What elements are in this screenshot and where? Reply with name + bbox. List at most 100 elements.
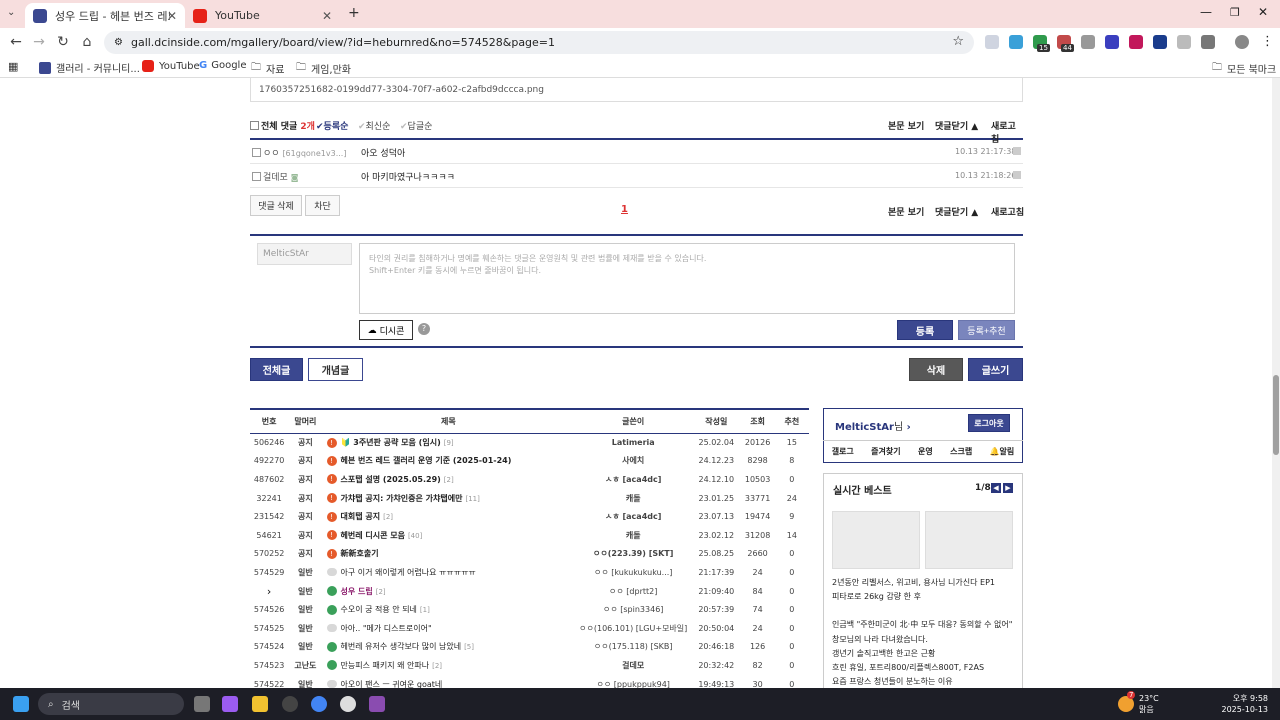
post-writer[interactable]: 걸데모 xyxy=(574,656,692,675)
maximize-icon[interactable]: ❐ xyxy=(1230,6,1240,19)
tab-youtube[interactable]: YouTube ✕ xyxy=(185,3,340,28)
apps-grid-icon[interactable]: ▦ xyxy=(8,60,18,73)
post-title-cell[interactable]: ! 헤번레 디시콘 모음 [40] xyxy=(323,526,575,545)
sort-recent[interactable]: ✔최신순 xyxy=(358,119,390,132)
close-icon[interactable]: ✕ xyxy=(167,9,177,23)
extension-cube-icon[interactable] xyxy=(1177,35,1191,49)
post-row[interactable]: 487602 공지! 스포탭 설명 (2025.05.29) [2] ㅅㅎ [aca4d… xyxy=(250,470,809,489)
view-body-link[interactable]: 본문 보기 xyxy=(888,119,924,132)
menu-favorites[interactable]: 즐겨찾기 xyxy=(871,446,900,457)
best-thumbnail[interactable] xyxy=(925,511,1013,569)
post-title-cell[interactable]: 만능피스 패키지 왜 안파나 [2] xyxy=(323,656,575,675)
bookmark-gallery[interactable]: 갤러리 - 커뮤니티... xyxy=(39,60,140,75)
post-title[interactable]: 아아.. "메가 디스트로이어" xyxy=(341,624,432,633)
reply-count[interactable]: [40] xyxy=(408,532,422,540)
nickname-field[interactable]: MelticStAr xyxy=(257,243,352,265)
profile-avatar-icon[interactable] xyxy=(1235,35,1249,49)
all-bookmarks[interactable]: 🗀 모든 북마크 xyxy=(1212,60,1276,77)
clock[interactable]: 오후 9:58 2025-10-13 xyxy=(1220,693,1269,715)
reply-count[interactable]: [11] xyxy=(465,495,479,503)
post-row[interactable]: 506246 공지! 🔰 3주년판 공략 모음 (임시) [9] Latimeria 25… xyxy=(250,433,809,452)
post-row[interactable]: 574522 일반 아오이 팬스 ㅡ 귀여운 goat네 ㅇㅇ [ppukppuk94… xyxy=(250,675,809,688)
minimize-icon[interactable]: — xyxy=(1200,5,1212,19)
best-item[interactable]: 2년동안 리벨서스, 위고비, 용사님 니가신다 EP1 xyxy=(832,576,1017,590)
refresh-link[interactable]: 새로고침 xyxy=(991,205,1024,218)
post-title-cell[interactable]: 성우 드립 [2] xyxy=(323,582,575,601)
menu-alarm[interactable]: 🔔알림 xyxy=(990,446,1015,457)
extension-record-icon[interactable] xyxy=(1129,35,1143,49)
concept-posts-button[interactable]: 개념글 xyxy=(308,358,363,381)
post-writer[interactable]: ㅇㅇ(223.39) [SKT] xyxy=(574,545,692,564)
post-title[interactable]: 아구 이거 왜이렇게 어렵나요 ㅠㅠㅠㅠㅠ xyxy=(341,568,476,577)
menu-scrap[interactable]: 스크랩 xyxy=(950,446,972,457)
post-title-cell[interactable]: 아구 이거 왜이렇게 어렵나요 ㅠㅠㅠㅠㅠ xyxy=(323,563,575,582)
bookmark-folder-games[interactable]: 🗀 게임,만화 xyxy=(296,60,351,77)
close-icon[interactable]: ✕ xyxy=(322,9,332,23)
home-icon[interactable]: ⌂ xyxy=(79,34,95,50)
app-icon[interactable] xyxy=(282,696,298,712)
extensions-puzzle-icon[interactable] xyxy=(1201,35,1215,49)
write-post-button[interactable]: 글쓰기 xyxy=(968,358,1023,381)
scrollbar-thumb[interactable] xyxy=(1273,375,1279,455)
comment-delete-icon[interactable] xyxy=(1013,147,1021,155)
post-title-cell[interactable]: ! 헤븐 번즈 레드 갤러리 운영 기준 (2025-01-24) xyxy=(323,452,575,471)
extension-blue-icon[interactable] xyxy=(1105,35,1119,49)
post-row[interactable]: 54621 공지! 헤번레 디시콘 모음 [40] 캐돌 23.02.12 31208 14 xyxy=(250,526,809,545)
extension-translate-icon[interactable] xyxy=(985,35,999,49)
best-item[interactable]: 요즘 프랑스 청년들이 분노하는 이유 xyxy=(832,675,1017,688)
post-row[interactable]: 492270 공지! 헤븐 번즈 레드 갤러리 운영 기준 (2025-01-24)… xyxy=(250,452,809,471)
post-writer[interactable]: ㅇㅇ(175.118) [SKB] xyxy=(574,638,692,657)
reply-count[interactable]: [9] xyxy=(444,439,454,447)
weather-widget[interactable]: 23°C 맑음 xyxy=(1139,693,1159,715)
post-writer[interactable]: 캐돌 xyxy=(574,526,692,545)
post-writer[interactable]: ㅅㅎ [aca4dc] xyxy=(574,470,692,489)
post-writer[interactable]: ㅅㅎ [aca4dc] xyxy=(574,507,692,526)
forward-icon[interactable]: → xyxy=(31,34,47,50)
reply-count[interactable]: [2] xyxy=(383,513,393,521)
post-writer[interactable]: ㅇㅇ [ppukppuk94] xyxy=(574,675,692,688)
menu-gallog[interactable]: 갤로그 xyxy=(832,446,854,457)
sort-reply[interactable]: ✔답글순 xyxy=(400,119,432,132)
post-row[interactable]: 574529 일반 아구 이거 왜이렇게 어렵나요 ㅠㅠㅠㅠㅠ ㅇㅇ [kukukuk… xyxy=(250,563,809,582)
tab-active[interactable]: 성우 드립 - 헤븐 번즈 레드 마 ✕ xyxy=(25,3,185,28)
post-row[interactable]: 574526 일반 수오이 궁 적용 안 되네 [1] ㅇㅇ [spin3346] 20:… xyxy=(250,600,809,619)
post-writer[interactable]: ㅇㅇ [spin3346] xyxy=(574,600,692,619)
best-next-icon[interactable]: ▶ xyxy=(1003,483,1013,493)
menu-manage[interactable]: 운영 xyxy=(918,446,933,457)
post-title[interactable]: 新新호출기 xyxy=(341,549,379,558)
post-title-cell[interactable]: ! 🔰 3주년판 공략 모음 (임시) [9] xyxy=(323,433,575,452)
post-title-cell[interactable]: 수오이 궁 적용 안 되네 [1] xyxy=(323,600,575,619)
chrome-icon[interactable] xyxy=(311,696,327,712)
comment-checkbox[interactable] xyxy=(252,172,261,181)
user-name[interactable]: MelticStAr님 › xyxy=(835,418,911,433)
close-comments-link[interactable]: 댓글닫기 ▲ xyxy=(935,119,978,132)
all-posts-button[interactable]: 전체글 xyxy=(250,358,303,381)
bookmark-folder-resources[interactable]: 🗀 자료 xyxy=(251,60,284,77)
post-row[interactable]: › 일반 성우 드립 [2] ㅇㅇ [dprtt2] 21:09:40 84 0 xyxy=(250,582,809,601)
close-comments-link[interactable]: 댓글닫기 ▲ xyxy=(935,205,978,218)
extension-shield-icon[interactable] xyxy=(1153,35,1167,49)
post-row[interactable]: 574524 일반 헤번레 유저수 생각보다 많이 남았네 [5] ㅇㅇ(175.118… xyxy=(250,638,809,657)
bookmark-youtube[interactable]: YouTube xyxy=(142,60,200,72)
post-title-cell[interactable]: ! 대회탭 공지 [2] xyxy=(323,507,575,526)
reply-count[interactable]: [1] xyxy=(420,606,430,614)
post-title[interactable]: 성우 드립 xyxy=(341,587,373,596)
window-close-icon[interactable]: ✕ xyxy=(1258,5,1268,19)
best-prev-icon[interactable]: ◀ xyxy=(991,483,1001,493)
back-icon[interactable]: ← xyxy=(8,34,24,50)
task-view-icon[interactable] xyxy=(194,696,210,712)
comment-delete-icon[interactable] xyxy=(1013,171,1021,179)
windows-start-icon[interactable] xyxy=(13,696,29,712)
sort-register[interactable]: ✔등록순 xyxy=(316,119,348,132)
post-title-cell[interactable]: 헤번레 유저수 생각보다 많이 남았네 [5] xyxy=(323,638,575,657)
reload-icon[interactable]: ↻ xyxy=(55,34,71,50)
bookmark-star-icon[interactable]: ☆ xyxy=(952,34,964,49)
post-row[interactable]: 231542 공지! 대회탭 공지 [2] ㅅㅎ [aca4dc] 23.07.13 194… xyxy=(250,507,809,526)
post-writer[interactable]: Latimeria xyxy=(574,433,692,452)
bookmark-google[interactable]: G Google xyxy=(199,60,246,71)
best-item[interactable]: 창모님의 나라 다녀왔습니다. xyxy=(832,633,1017,647)
comment-textarea[interactable]: 타인의 권리를 침해하거나 명예를 훼손하는 댓글은 운영원칙 및 관련 법률에… xyxy=(359,243,1015,314)
view-body-link[interactable]: 본문 보기 xyxy=(888,205,924,218)
extension-grid-icon[interactable] xyxy=(1081,35,1095,49)
select-all-checkbox[interactable] xyxy=(250,121,259,130)
